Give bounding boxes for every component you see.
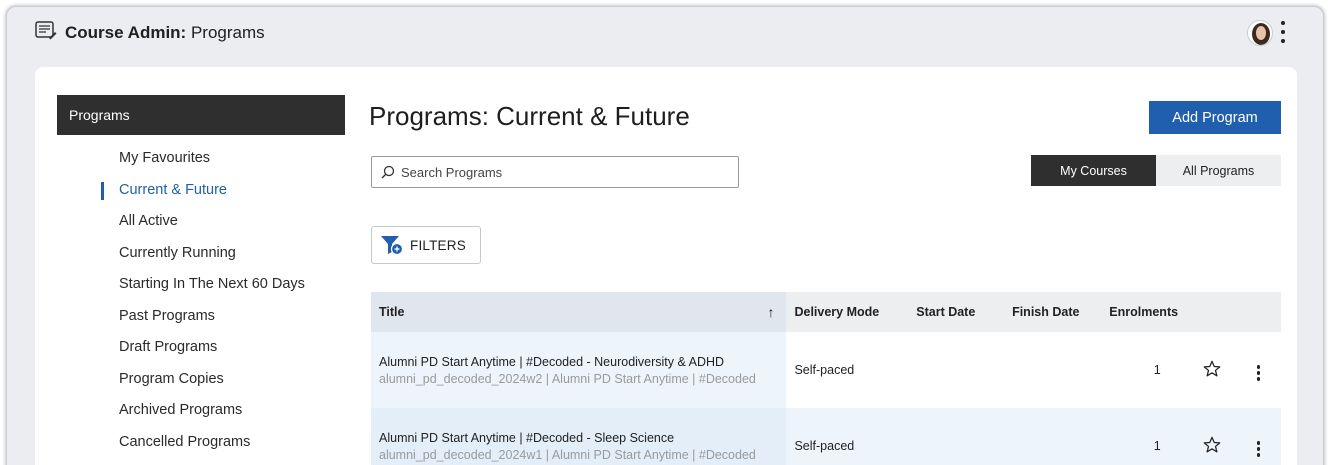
- top-bar: Course Admin: Programs: [7, 7, 1323, 57]
- sidebar-item-draft-programs[interactable]: Draft Programs: [57, 332, 345, 364]
- enrolments-link[interactable]: 1: [1101, 332, 1189, 408]
- app-title: Course Admin: Programs: [65, 23, 265, 43]
- start-date-cell: [908, 408, 1005, 465]
- table-row[interactable]: Alumni PD Start Anytime | #Decoded - Sle…: [371, 408, 1281, 465]
- finish-date-cell: [1004, 408, 1102, 465]
- column-header-title[interactable]: Title ↑: [371, 292, 787, 332]
- search-input[interactable]: [401, 164, 721, 180]
- enrolments-link[interactable]: 1: [1101, 408, 1189, 465]
- sidebar-item-currently-running[interactable]: Currently Running: [57, 238, 345, 270]
- toggle-all-programs[interactable]: All Programs: [1156, 155, 1281, 186]
- row-menu-icon[interactable]: [1256, 440, 1261, 458]
- programs-table: Title ↑ Delivery Mode Start Date Finish …: [371, 292, 1281, 465]
- row-actions-cell: [1236, 332, 1281, 408]
- course-scope-toggle: My Courses All Programs: [1031, 155, 1281, 186]
- sidebar-item-program-copies[interactable]: Program Copies: [57, 364, 345, 396]
- column-header-favourite: [1188, 292, 1237, 332]
- course-admin-icon: [35, 21, 57, 40]
- app-title-rest: Programs: [186, 23, 265, 42]
- search-icon: [381, 165, 395, 179]
- app-title-bold: Course Admin:: [65, 23, 187, 42]
- column-header-delivery-mode[interactable]: Delivery Mode: [786, 292, 909, 332]
- favourite-cell: [1188, 332, 1237, 408]
- add-program-button[interactable]: Add Program: [1149, 101, 1281, 134]
- filter-funnel-icon: [381, 236, 404, 256]
- program-code: alumni_pd_decoded_2024w2 | Alumni PD Sta…: [379, 371, 756, 386]
- column-header-finish-date[interactable]: Finish Date: [1004, 292, 1102, 332]
- sidebar-item-my-favourites[interactable]: My Favourites: [57, 143, 345, 175]
- content-card: Programs My Favourites Current & Future …: [35, 67, 1297, 465]
- user-avatar-icon: [1252, 23, 1270, 45]
- filters-label: FILTERS: [410, 237, 466, 253]
- start-date-cell: [908, 332, 1005, 408]
- row-actions-cell: [1236, 408, 1281, 465]
- page-title: Programs: Current & Future: [369, 101, 690, 131]
- sidebar-item-starting-next-60-days[interactable]: Starting In The Next 60 Days: [57, 269, 345, 301]
- sidebar-item-cancelled-programs[interactable]: Cancelled Programs: [57, 427, 345, 459]
- delivery-mode-cell: Self-paced: [786, 332, 909, 408]
- avatar[interactable]: [1247, 20, 1273, 46]
- finish-date-cell: [1004, 332, 1102, 408]
- app-menu-icon[interactable]: [1277, 19, 1289, 45]
- search-box[interactable]: [371, 156, 739, 188]
- program-title-cell[interactable]: Alumni PD Start Anytime | #Decoded - Neu…: [371, 332, 787, 408]
- delivery-mode-cell: Self-paced: [786, 408, 909, 465]
- sidebar: Programs My Favourites Current & Future …: [57, 95, 345, 458]
- favourite-cell: [1188, 408, 1237, 465]
- sidebar-item-archived-programs[interactable]: Archived Programs: [57, 395, 345, 427]
- program-code: alumni_pd_decoded_2024w1 | Alumni PD Sta…: [379, 447, 756, 462]
- sidebar-item-past-programs[interactable]: Past Programs: [57, 301, 345, 333]
- sort-ascending-icon[interactable]: ↑: [767, 304, 774, 320]
- star-outline-icon[interactable]: [1203, 436, 1221, 454]
- table-row[interactable]: Alumni PD Start Anytime | #Decoded - Neu…: [371, 332, 1281, 408]
- program-title[interactable]: Alumni PD Start Anytime | #Decoded - Sle…: [379, 431, 778, 445]
- star-outline-icon[interactable]: [1203, 360, 1221, 378]
- sidebar-item-current-future[interactable]: Current & Future: [57, 175, 345, 207]
- filters-button[interactable]: FILTERS: [371, 226, 481, 264]
- app-window: Course Admin: Programs Programs My Favou…: [6, 6, 1324, 465]
- column-header-start-date[interactable]: Start Date: [908, 292, 1005, 332]
- column-header-enrolments[interactable]: Enrolments: [1101, 292, 1189, 332]
- program-title-cell[interactable]: Alumni PD Start Anytime | #Decoded - Sle…: [371, 408, 787, 465]
- toggle-my-courses[interactable]: My Courses: [1031, 155, 1156, 186]
- sidebar-item-all-active[interactable]: All Active: [57, 206, 345, 238]
- table-header-row: Title ↑ Delivery Mode Start Date Finish …: [371, 292, 1281, 332]
- sidebar-header: Programs: [57, 95, 345, 135]
- column-header-actions: [1236, 292, 1281, 332]
- column-title-label: Title: [379, 305, 405, 319]
- row-menu-icon[interactable]: [1256, 364, 1261, 382]
- program-title[interactable]: Alumni PD Start Anytime | #Decoded - Neu…: [379, 355, 778, 369]
- main-panel: Programs: Current & Future Add Program M…: [369, 67, 1281, 465]
- sidebar-list: My Favourites Current & Future All Activ…: [57, 143, 345, 458]
